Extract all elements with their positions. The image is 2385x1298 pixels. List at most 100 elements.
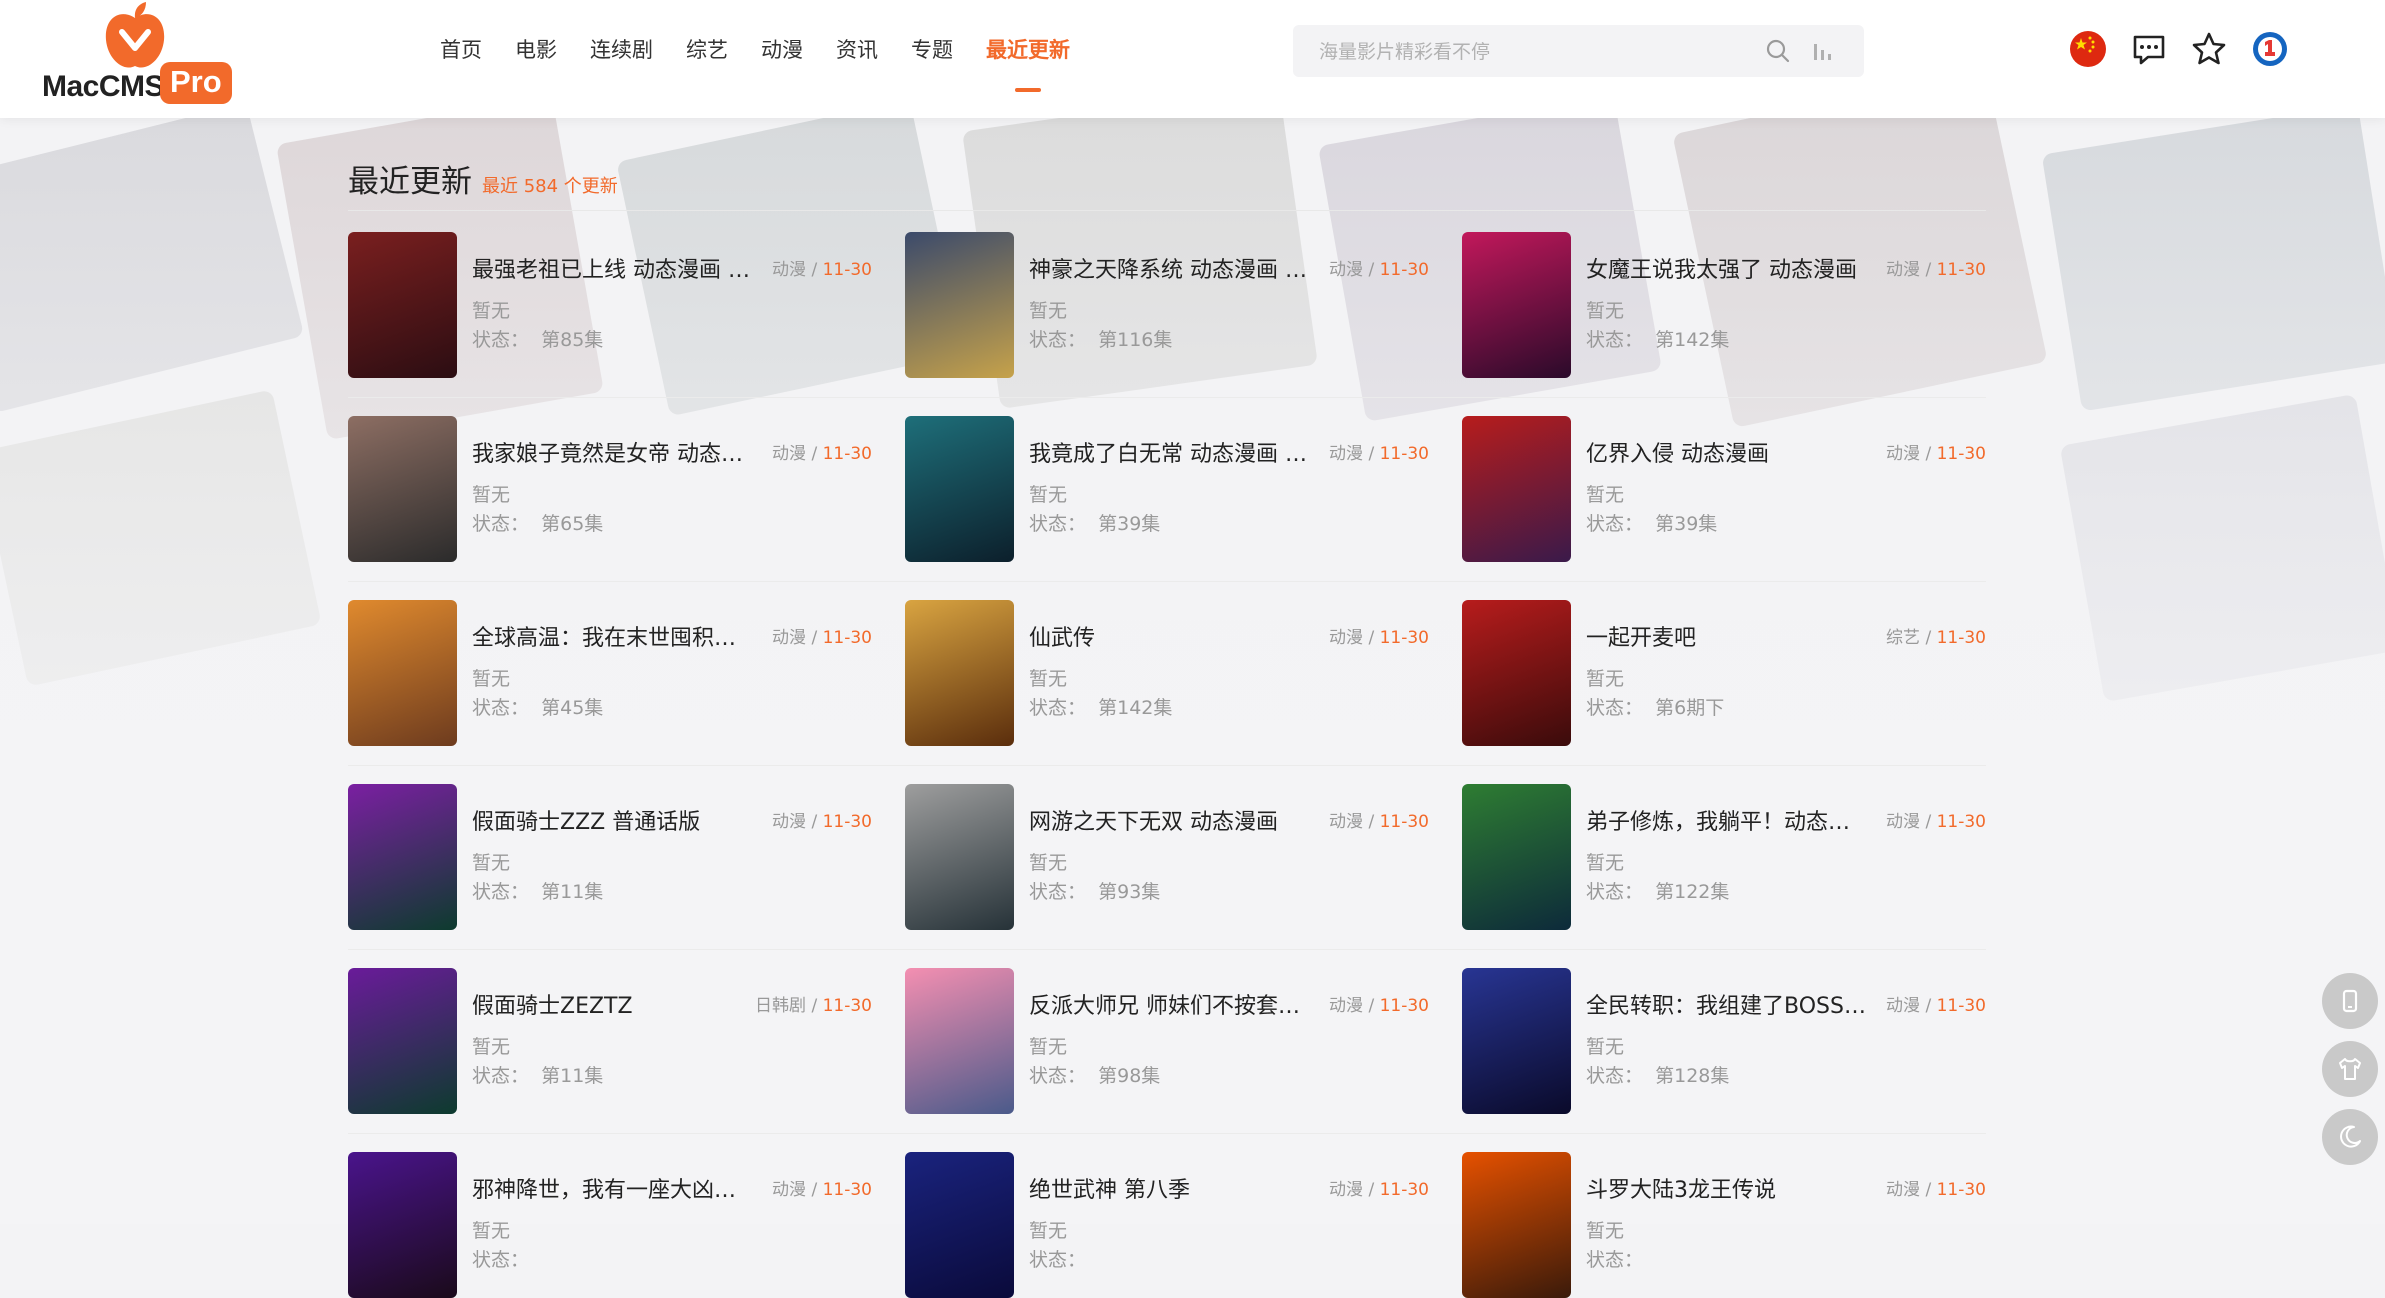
- video-card[interactable]: 反派大师兄 师妹们不按套路出牌动漫 / 11-30 暂无状态： 第98集: [905, 968, 1429, 1114]
- video-category[interactable]: 动漫: [1329, 996, 1363, 1016]
- video-card[interactable]: 神豪之天降系统 动态漫画 第二季动漫 / 11-30 暂无状态： 第116集: [905, 232, 1429, 378]
- video-card[interactable]: 网游之天下无双 动态漫画 动漫 / 11-30 暂无 状态： 第93集: [905, 784, 1429, 930]
- star-icon[interactable]: [2190, 30, 2228, 68]
- video-actor: 暂无: [1586, 1036, 1625, 1058]
- user-badge-icon[interactable]: [2251, 30, 2289, 68]
- video-poster[interactable]: [348, 416, 457, 562]
- video-poster[interactable]: [1462, 1152, 1571, 1298]
- video-category[interactable]: 动漫: [1329, 444, 1363, 464]
- video-title[interactable]: 反派大师兄 师妹们不按套路出牌: [1029, 988, 1309, 1020]
- video-poster[interactable]: [348, 784, 457, 930]
- message-icon[interactable]: [2130, 30, 2168, 68]
- video-poster[interactable]: [348, 968, 457, 1114]
- video-poster[interactable]: [348, 232, 457, 378]
- video-category[interactable]: 动漫: [772, 628, 806, 648]
- video-title[interactable]: 亿界入侵 动态漫画: [1586, 436, 1866, 468]
- video-category[interactable]: 动漫: [772, 1180, 806, 1200]
- video-card[interactable]: 斗罗大陆3龙王传说 动漫 / 11-30 暂无 状态：: [1462, 1152, 1986, 1298]
- video-category[interactable]: 动漫: [1886, 812, 1920, 832]
- nav-home[interactable]: 首页: [440, 30, 482, 70]
- search-input[interactable]: [1317, 25, 1761, 79]
- video-title[interactable]: 一起开麦吧: [1586, 620, 1866, 652]
- video-status: 状态： 第93集: [1029, 877, 1160, 904]
- video-poster[interactable]: [1462, 968, 1571, 1114]
- video-poster[interactable]: [905, 968, 1014, 1114]
- video-card[interactable]: 我家娘子竟然是女帝 动态漫画 动漫 / 11-30 暂无 状态： 第65集: [348, 416, 872, 562]
- video-title[interactable]: 弟子修炼，我躺平！动态漫画: [1586, 804, 1866, 836]
- video-card[interactable]: 全民转职：我组建了BOSS军团 动漫 / 11-30 暂无 状态： 第128集: [1462, 968, 1986, 1114]
- nav-variety[interactable]: 综艺: [686, 30, 728, 70]
- video-card[interactable]: 一起开麦吧 综艺 / 11-30 暂无 状态： 第6期下: [1462, 600, 1986, 746]
- video-title[interactable]: 假面骑士ZZZ 普通话版: [472, 804, 752, 836]
- video-card[interactable]: 亿界入侵 动态漫画 动漫 / 11-30 暂无 状态： 第39集: [1462, 416, 1986, 562]
- video-card[interactable]: 假面骑士ZEZTZ 日韩剧 / 11-30 暂无 状态： 第11集: [348, 968, 872, 1114]
- video-title[interactable]: 绝世武神 第八季: [1029, 1172, 1309, 1204]
- video-poster[interactable]: [905, 600, 1014, 746]
- video-title[interactable]: 网游之天下无双 动态漫画: [1029, 804, 1309, 836]
- video-poster[interactable]: [348, 600, 457, 746]
- video-title[interactable]: 斗罗大陆3龙王传说: [1586, 1172, 1866, 1204]
- video-category[interactable]: 动漫: [772, 812, 806, 832]
- theme-skin-button[interactable]: [2322, 1041, 2378, 1097]
- video-category[interactable]: 动漫: [1886, 260, 1920, 280]
- page-title: 最近更新: [348, 164, 472, 200]
- video-poster[interactable]: [905, 784, 1014, 930]
- video-card[interactable]: 最强老祖已上线 动态漫画 第二季动漫 / 11-30 暂无状态： 第85集: [348, 232, 872, 378]
- video-title[interactable]: 最强老祖已上线 动态漫画 第二季: [472, 252, 752, 284]
- phone-button[interactable]: [2322, 973, 2378, 1029]
- nav-series[interactable]: 连续剧: [590, 30, 653, 70]
- row-divider: [348, 397, 1986, 398]
- video-actor: 暂无: [1029, 1036, 1068, 1058]
- video-card[interactable]: 绝世武神 第八季 动漫 / 11-30 暂无 状态：: [905, 1152, 1429, 1298]
- video-category[interactable]: 动漫: [1886, 444, 1920, 464]
- site-logo[interactable]: MacCMS Pro: [40, 0, 240, 110]
- nav-news[interactable]: 资讯: [836, 30, 878, 70]
- video-card[interactable]: 邪神降世，我有一座大凶狱 动态漫画动漫 / 11-30 暂无状态：: [348, 1152, 872, 1298]
- video-card[interactable]: 弟子修炼，我躺平！动态漫画 动漫 / 11-30 暂无 状态： 第122集: [1462, 784, 1986, 930]
- china-flag-icon[interactable]: [2069, 30, 2107, 68]
- video-poster[interactable]: [1462, 232, 1571, 378]
- video-poster[interactable]: [905, 232, 1014, 378]
- video-title[interactable]: 全球高温：我在末世囤积百亿物资: [472, 620, 752, 652]
- video-title[interactable]: 神豪之天降系统 动态漫画 第二季: [1029, 252, 1309, 284]
- video-title[interactable]: 仙武传: [1029, 620, 1309, 652]
- video-category[interactable]: 动漫: [1329, 628, 1363, 648]
- nav-anime[interactable]: 动漫: [761, 30, 803, 70]
- video-category[interactable]: 动漫: [1329, 1180, 1363, 1200]
- dark-mode-button[interactable]: [2322, 1109, 2378, 1165]
- nav-movies[interactable]: 电影: [515, 30, 557, 70]
- video-category[interactable]: 日韩剧: [755, 996, 806, 1016]
- video-poster[interactable]: [1462, 416, 1571, 562]
- video-category[interactable]: 动漫: [1329, 260, 1363, 280]
- video-card[interactable]: 我竟成了白无常 动态漫画 第二季动漫 / 11-30 暂无状态： 第39集: [905, 416, 1429, 562]
- video-poster[interactable]: [1462, 600, 1571, 746]
- video-poster[interactable]: [348, 1152, 457, 1298]
- status-label: 状态：: [1029, 329, 1087, 351]
- video-card[interactable]: 女魔王说我太强了 动态漫画 动漫 / 11-30 暂无 状态： 第142集: [1462, 232, 1986, 378]
- video-title[interactable]: 女魔王说我太强了 动态漫画: [1586, 252, 1866, 284]
- video-card[interactable]: 假面骑士ZZZ 普通话版 动漫 / 11-30 暂无 状态： 第11集: [348, 784, 872, 930]
- video-poster[interactable]: [905, 416, 1014, 562]
- video-card[interactable]: 全球高温：我在末世囤积百亿物资动漫 / 11-30 暂无状态： 第45集: [348, 600, 872, 746]
- video-date: 11-30: [1936, 1180, 1986, 1200]
- video-card[interactable]: 仙武传 动漫 / 11-30 暂无 状态： 第142集: [905, 600, 1429, 746]
- video-category[interactable]: 动漫: [772, 444, 806, 464]
- video-poster[interactable]: [1462, 784, 1571, 930]
- video-category[interactable]: 动漫: [1329, 812, 1363, 832]
- status-label: 状态：: [1586, 513, 1644, 535]
- video-actor: 暂无: [1029, 852, 1068, 874]
- video-title[interactable]: 全民转职：我组建了BOSS军团: [1586, 988, 1866, 1020]
- video-poster[interactable]: [905, 1152, 1014, 1298]
- video-title[interactable]: 我家娘子竟然是女帝 动态漫画: [472, 436, 752, 468]
- ranking-chart-icon[interactable]: [1809, 38, 1835, 64]
- video-category[interactable]: 动漫: [772, 260, 806, 280]
- search-icon[interactable]: [1765, 38, 1791, 64]
- video-category[interactable]: 综艺: [1886, 628, 1920, 648]
- video-title[interactable]: 假面骑士ZEZTZ: [472, 988, 752, 1020]
- video-category[interactable]: 动漫: [1886, 1180, 1920, 1200]
- video-title[interactable]: 我竟成了白无常 动态漫画 第二季: [1029, 436, 1309, 468]
- nav-recent-updates[interactable]: 最近更新: [986, 30, 1070, 92]
- video-title[interactable]: 邪神降世，我有一座大凶狱 动态漫画: [472, 1172, 752, 1204]
- nav-topics[interactable]: 专题: [911, 30, 953, 70]
- video-category[interactable]: 动漫: [1886, 996, 1920, 1016]
